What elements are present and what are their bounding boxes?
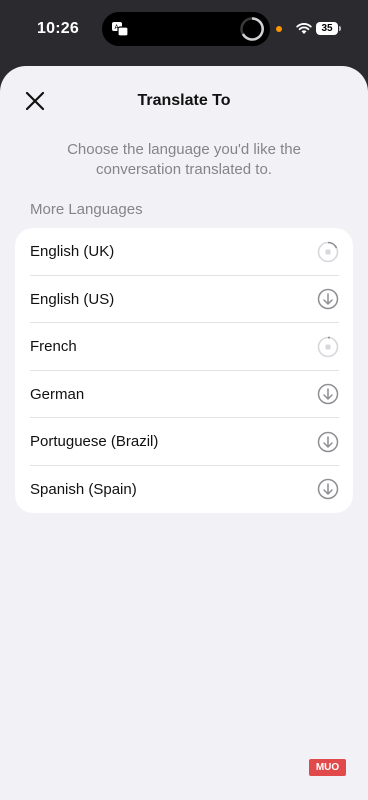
language-row-spanish-spain[interactable]: Spanish (Spain) <box>15 466 353 514</box>
activity-ring-icon <box>239 16 265 42</box>
watermark-logo: MUO <box>309 759 346 776</box>
translate-icon: A <box>111 21 129 42</box>
download-icon[interactable] <box>317 431 339 453</box>
download-icon[interactable] <box>317 383 339 405</box>
subtitle: Choose the language you'd like the conve… <box>67 141 301 178</box>
status-time: 10:26 <box>37 20 79 37</box>
wifi-icon <box>296 22 312 40</box>
battery-icon: 35 <box>316 22 338 35</box>
mic-indicator-dot <box>276 26 282 32</box>
language-label: English (US) <box>30 290 115 308</box>
dynamic-island[interactable]: A <box>102 12 270 46</box>
language-label: English (UK) <box>30 243 115 260</box>
battery-tip <box>339 26 341 31</box>
status-bar: 10:26 A 35 <box>0 0 368 62</box>
language-row-german[interactable]: German <box>15 371 353 418</box>
language-row-french[interactable]: French <box>15 323 353 371</box>
language-label: French <box>30 338 77 355</box>
language-label: German <box>30 385 85 403</box>
language-row-portuguese-brazil[interactable]: Portuguese (Brazil) <box>15 418 353 466</box>
translate-sheet: Translate To Choose the language you'd l… <box>0 66 368 800</box>
language-row-english-us[interactable]: English (US) <box>15 276 353 323</box>
downloading-stop-icon[interactable] <box>317 336 339 358</box>
download-icon[interactable] <box>317 288 339 310</box>
language-label: Portuguese (Brazil) <box>30 433 159 450</box>
section-header: More Languages <box>30 201 143 218</box>
page-title: Translate To <box>137 92 231 109</box>
language-label: Spanish (Spain) <box>30 480 137 498</box>
language-list: English (UK) English (US) French German … <box>15 228 353 513</box>
downloading-progress-icon[interactable] <box>317 241 339 263</box>
download-icon[interactable] <box>317 478 339 500</box>
language-row-english-uk[interactable]: English (UK) <box>15 228 353 276</box>
